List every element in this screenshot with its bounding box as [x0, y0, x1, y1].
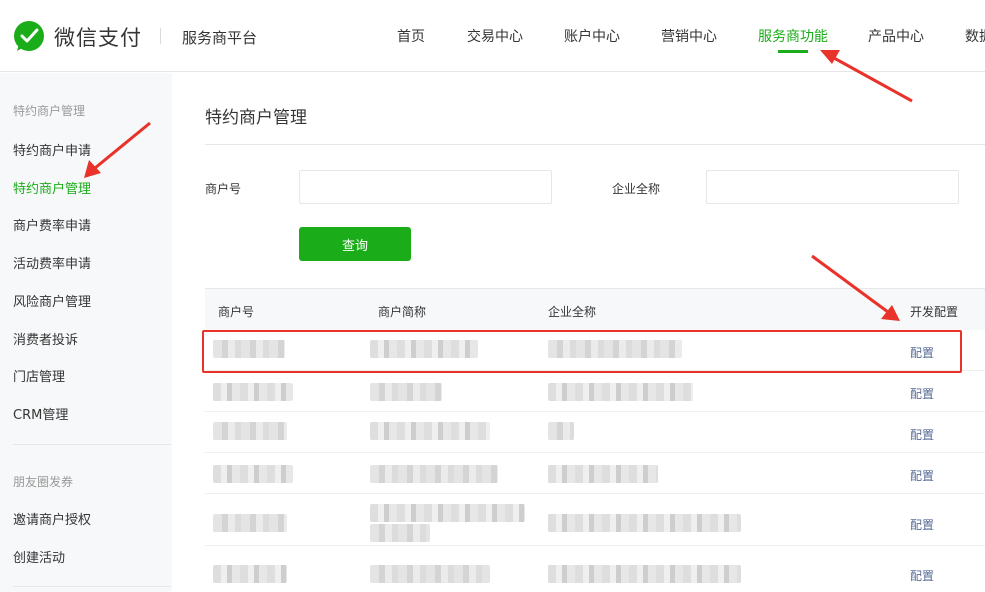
nav-home[interactable]: 首页	[397, 26, 425, 46]
table-row: 配置	[205, 371, 985, 412]
sidebar-item-store-manage[interactable]: 门店管理	[13, 366, 65, 385]
table-header: 商户号 商户简称 企业全称 开发配置	[205, 288, 985, 330]
sidebar-divider	[13, 444, 171, 445]
sidebar-item-fee-apply[interactable]: 商户费率申请	[13, 215, 91, 234]
nav-service-provider[interactable]: 服务商功能	[758, 26, 828, 46]
company-name-input[interactable]	[706, 170, 959, 204]
sidebar-item-crm[interactable]: CRM管理	[13, 404, 68, 423]
blurred-company-name	[548, 422, 574, 440]
blurred-short-name	[370, 565, 490, 583]
blurred-company-name	[548, 565, 741, 583]
merchant-no-input[interactable]	[299, 170, 552, 204]
page-title: 特约商户管理	[205, 108, 307, 128]
blurred-short-name	[370, 340, 478, 358]
table-row: 配置	[205, 330, 985, 371]
table-row: 配置	[205, 412, 985, 453]
company-name-label: 企业全称	[612, 182, 661, 196]
blurred-merchant-no	[213, 565, 287, 583]
sidebar-group-title: 朋友圈发券	[13, 475, 74, 489]
config-link[interactable]: 配置	[910, 516, 934, 533]
sidebar-item-invite-auth[interactable]: 邀请商户授权	[13, 509, 91, 528]
sidebar: 特约商户管理 特约商户申请 特约商户管理 商户费率申请 活动费率申请 风险商户管…	[0, 73, 172, 592]
column-header-short-name: 商户简称	[378, 305, 427, 319]
config-link[interactable]: 配置	[910, 385, 934, 402]
nav-data[interactable]: 数据	[965, 26, 985, 46]
nav-marketing-center[interactable]: 营销中心	[661, 26, 717, 46]
config-link[interactable]: 配置	[910, 426, 934, 443]
top-nav: 首页 交易中心 账户中心 营销中心 服务商功能 产品中心 数据	[0, 0, 985, 72]
table-row: 配置	[205, 553, 985, 592]
blurred-merchant-no	[213, 340, 285, 358]
blurred-short-name	[370, 383, 442, 401]
nav-account-center[interactable]: 账户中心	[564, 26, 620, 46]
blurred-short-name	[370, 422, 490, 440]
column-header-dev-config: 开发配置	[910, 305, 959, 319]
config-link[interactable]: 配置	[910, 567, 934, 584]
config-link[interactable]: 配置	[910, 344, 934, 361]
table-row: 配置	[205, 494, 985, 546]
sidebar-item-activity-fee[interactable]: 活动费率申请	[13, 253, 91, 272]
sidebar-item-create-activity[interactable]: 创建活动	[13, 547, 65, 566]
blurred-short-name	[370, 524, 430, 542]
sidebar-divider	[13, 586, 171, 587]
sidebar-group-title: 特约商户管理	[13, 104, 86, 118]
merchant-no-label: 商户号	[205, 182, 242, 196]
nav-active-underline	[778, 50, 808, 53]
nav-product-center[interactable]: 产品中心	[868, 26, 924, 46]
blurred-company-name	[548, 383, 693, 401]
blurred-company-name	[548, 514, 741, 532]
blurred-merchant-no	[213, 465, 293, 483]
config-link[interactable]: 配置	[910, 467, 934, 484]
sidebar-item-merchant-apply[interactable]: 特约商户申请	[13, 140, 91, 159]
blurred-merchant-no	[213, 514, 287, 532]
query-button[interactable]: 查询	[299, 227, 411, 261]
blurred-merchant-no	[213, 422, 287, 440]
sidebar-item-complaints[interactable]: 消费者投诉	[13, 329, 78, 348]
sidebar-item-merchant-manage[interactable]: 特约商户管理	[13, 178, 91, 197]
column-header-merchant-no: 商户号	[218, 305, 255, 319]
title-divider	[205, 144, 985, 145]
sidebar-item-risk-merchant[interactable]: 风险商户管理	[13, 291, 91, 310]
column-header-company-name: 企业全称	[548, 305, 597, 319]
table-row: 配置	[205, 453, 985, 494]
blurred-company-name	[548, 465, 658, 483]
blurred-company-name	[548, 340, 682, 358]
nav-trade-center[interactable]: 交易中心	[467, 26, 523, 46]
top-header: 微信支付 服务商平台 首页 交易中心 账户中心 营销中心 服务商功能 产品中心 …	[0, 0, 985, 72]
blurred-merchant-no	[213, 383, 293, 401]
blurred-short-name	[370, 504, 525, 522]
blurred-short-name	[370, 465, 498, 483]
